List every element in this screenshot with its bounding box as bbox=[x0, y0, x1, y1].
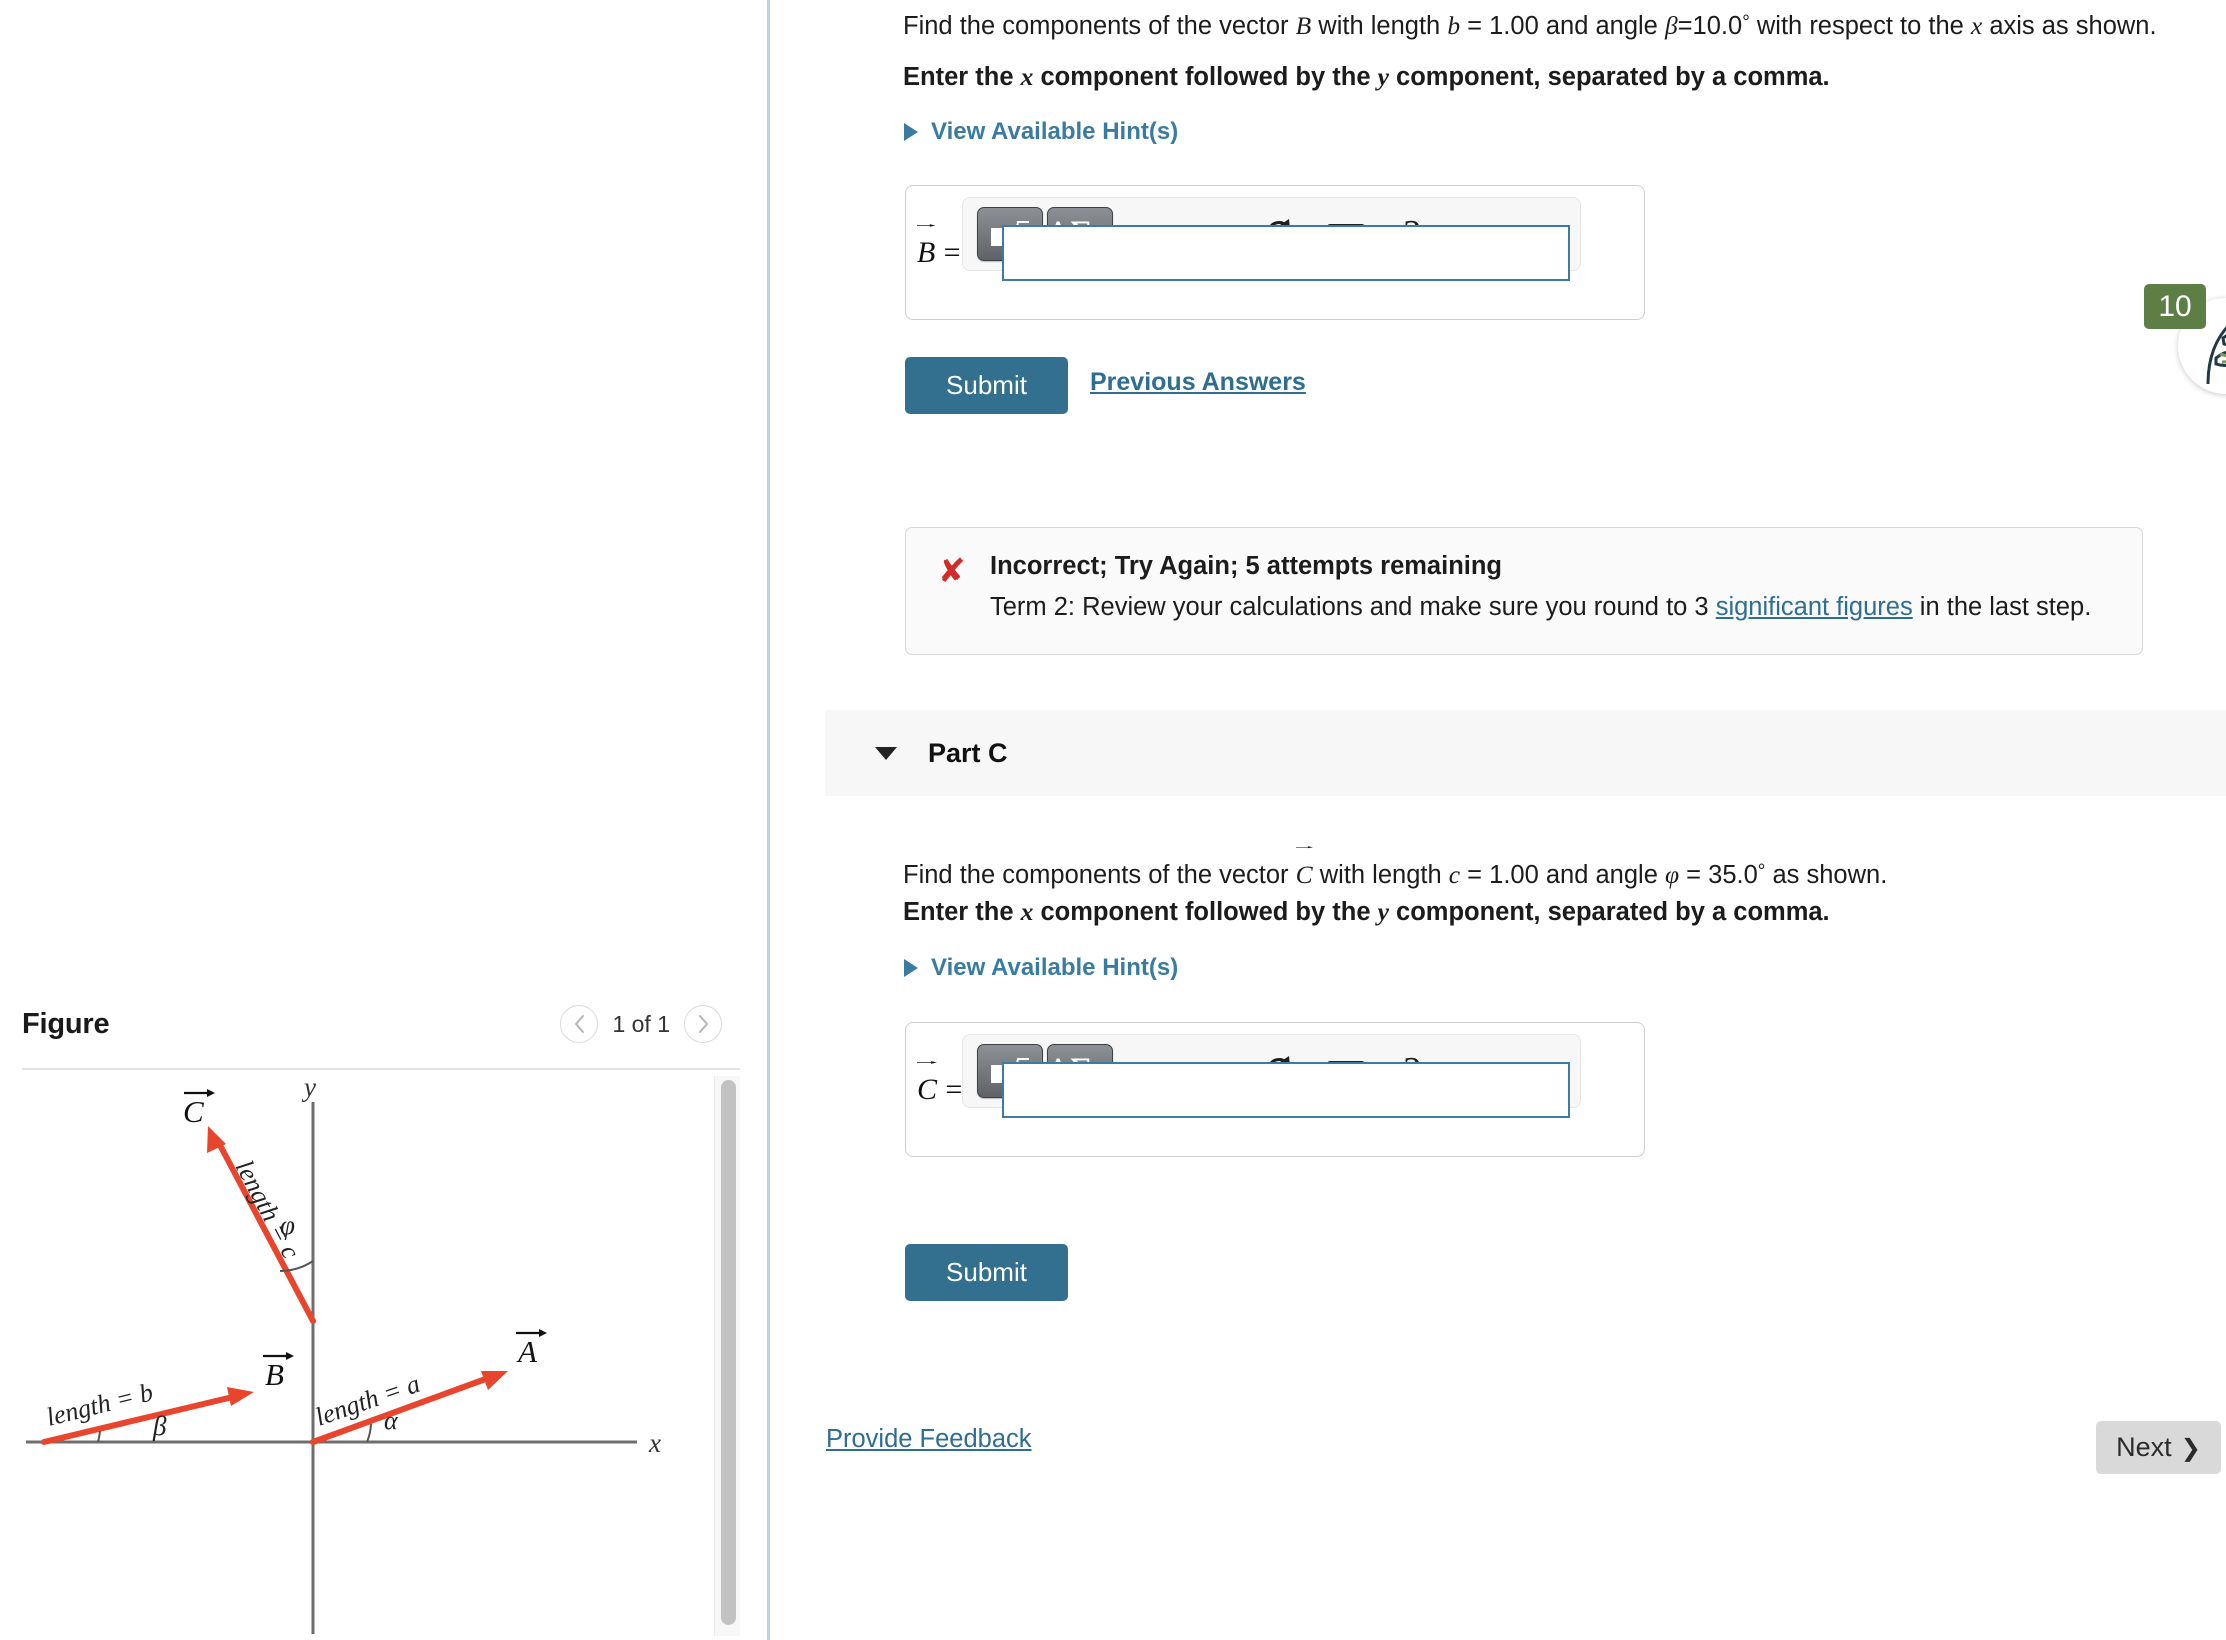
part-c-angle-var: φ bbox=[1664, 860, 1680, 889]
page-root: Figure 1 of 1 x y α length = a A β lengt… bbox=[0, 0, 2226, 1640]
part-c-answer-card: ▫ ΑΣφ bbox=[905, 1022, 1645, 1157]
part-c-hints-label: View Available Hint(s) bbox=[931, 954, 1179, 981]
figure-next-button[interactable] bbox=[684, 1005, 722, 1043]
part-b-length-value: = 1.00 and angle bbox=[1460, 12, 1665, 40]
part-b-instruction-x: x bbox=[1020, 62, 1034, 91]
part-c-header[interactable]: Part C bbox=[825, 710, 2226, 796]
part-c-question: Find the components of the vector C with… bbox=[903, 846, 2213, 893]
part-b-question-prefix: Find the components of the vector bbox=[903, 12, 1296, 40]
figure-panel-header: Figure 1 of 1 bbox=[22, 998, 740, 1050]
part-c-instruction: Enter the x component followed by the y … bbox=[903, 897, 1830, 926]
chevron-right-icon: ❯ bbox=[2180, 1433, 2201, 1462]
part-c-title: Part C bbox=[928, 737, 1008, 768]
part-b-degree-symbol: ° bbox=[1742, 12, 1750, 33]
svg-text:B: B bbox=[265, 1357, 284, 1392]
part-b-feedback-box: ✘ Incorrect; Try Again; 5 attempts remai… bbox=[905, 527, 2143, 655]
part-c-question-prefix: Find the components of the vector bbox=[903, 861, 1296, 889]
part-b-angle-value: =10.0 bbox=[1677, 12, 1743, 40]
eco-widget-count-badge: 10 bbox=[2144, 284, 2206, 329]
figure-prev-button[interactable] bbox=[560, 1005, 599, 1043]
part-b-question-suffix: with respect to the bbox=[1749, 12, 1971, 40]
figure-panel: Figure 1 of 1 x y α length = a A β lengt… bbox=[0, 0, 768, 1640]
part-b-angle-var: β bbox=[1664, 11, 1678, 40]
figure-scrollbar[interactable] bbox=[714, 1076, 740, 1636]
svg-text:C: C bbox=[183, 1094, 204, 1129]
part-c-instruction-x: x bbox=[1020, 897, 1034, 926]
vector-B-group: β length = b B bbox=[41, 1352, 294, 1445]
part-b-answer-input[interactable] bbox=[1002, 225, 1570, 281]
vector-c-symbol: C bbox=[1295, 846, 1313, 893]
chevron-right-icon bbox=[698, 1015, 708, 1033]
vector-diagram: x y α length = a A β length = b B φ leng… bbox=[22, 1074, 714, 1639]
vector-A-label: A bbox=[516, 1329, 547, 1369]
part-b-hints-label: View Available Hint(s) bbox=[931, 118, 1179, 145]
part-c-submit-button[interactable]: Submit bbox=[905, 1244, 1068, 1301]
part-c-view-hints[interactable]: View Available Hint(s) bbox=[904, 954, 1178, 982]
hint-triangle-icon bbox=[904, 123, 918, 141]
part-c-length-var: c bbox=[1448, 860, 1461, 889]
angle-alpha-label: α bbox=[384, 1406, 399, 1435]
feedback-detail-after: in the last step. bbox=[1912, 593, 2092, 621]
problem-content: Find the components of the vector B with… bbox=[770, 0, 2226, 1640]
angle-beta-label: β bbox=[152, 1411, 167, 1441]
part-b-question-mid: with length bbox=[1311, 12, 1448, 40]
vector-B-label: B bbox=[263, 1352, 294, 1392]
part-b-view-hints[interactable]: View Available Hint(s) bbox=[904, 118, 1178, 146]
part-b-instruction-y: y bbox=[1377, 62, 1389, 91]
part-b-question-end: axis as shown. bbox=[1982, 12, 2157, 40]
red-x-icon: ✘ bbox=[938, 551, 966, 590]
vector-C-group: φ length = c C bbox=[183, 1089, 316, 1324]
part-b-question: Find the components of the vector B with… bbox=[903, 6, 2213, 44]
y-axis-label: y bbox=[301, 1074, 316, 1102]
svg-text:A: A bbox=[516, 1334, 538, 1369]
caret-down-icon bbox=[875, 746, 897, 760]
part-c-length-value: = 1.00 and angle bbox=[1460, 861, 1665, 889]
feedback-title: Incorrect; Try Again; 5 attempts remaini… bbox=[990, 552, 1503, 580]
part-b-instruction: Enter the x component followed by the y … bbox=[903, 62, 1830, 91]
part-c-question-end: as shown. bbox=[1765, 861, 1888, 889]
part-b-submit-button[interactable]: Submit bbox=[905, 357, 1068, 414]
hint-triangle-icon bbox=[904, 959, 918, 977]
part-b-answer-card: ▫ ΑΣφ bbox=[905, 185, 1645, 320]
part-b-length-var: b bbox=[1447, 11, 1461, 40]
figure-body: x y α length = a A β length = b B φ leng… bbox=[22, 1068, 740, 1640]
next-button-label: Next bbox=[2116, 1432, 2172, 1462]
feedback-detail-before: Term 2: Review your calculations and mak… bbox=[990, 593, 1716, 621]
figure-pager: 1 of 1 bbox=[560, 1005, 722, 1043]
vector-C-label: C bbox=[183, 1089, 215, 1129]
part-b-previous-answers-link[interactable]: Previous Answers bbox=[1090, 368, 1306, 397]
feedback-detail: Term 2: Review your calculations and mak… bbox=[990, 593, 2091, 622]
figure-title: Figure bbox=[22, 1007, 110, 1040]
next-button[interactable]: Next ❯ bbox=[2096, 1421, 2221, 1474]
length-b-label: length = b bbox=[43, 1377, 155, 1431]
figure-page-label: 1 of 1 bbox=[612, 1010, 670, 1037]
eco-widget[interactable]: 10 bbox=[2144, 284, 2226, 394]
vector-A-group: α length = a A bbox=[310, 1329, 547, 1445]
vector-b-symbol: B bbox=[1295, 11, 1312, 40]
x-axis-label: x bbox=[648, 1428, 661, 1458]
significant-figures-link[interactable]: significant figures bbox=[1716, 593, 1913, 621]
chevron-left-icon bbox=[574, 1015, 584, 1033]
vector-diagram-svg: x y α length = a A β length = b B φ leng… bbox=[26, 1074, 661, 1634]
provide-feedback-link[interactable]: Provide Feedback bbox=[826, 1425, 1032, 1454]
part-c-answer-input[interactable] bbox=[1002, 1062, 1570, 1118]
part-c-question-mid: with length bbox=[1312, 861, 1449, 889]
part-c-answer-label: C = bbox=[917, 1061, 962, 1107]
part-b-answer-label: B = bbox=[917, 224, 961, 270]
part-b-axis-var: x bbox=[1970, 11, 1983, 40]
figure-scrollbar-thumb[interactable] bbox=[721, 1080, 736, 1625]
part-c-angle-value: = 35.0 bbox=[1679, 861, 1758, 889]
part-c-instruction-y: y bbox=[1377, 897, 1389, 926]
